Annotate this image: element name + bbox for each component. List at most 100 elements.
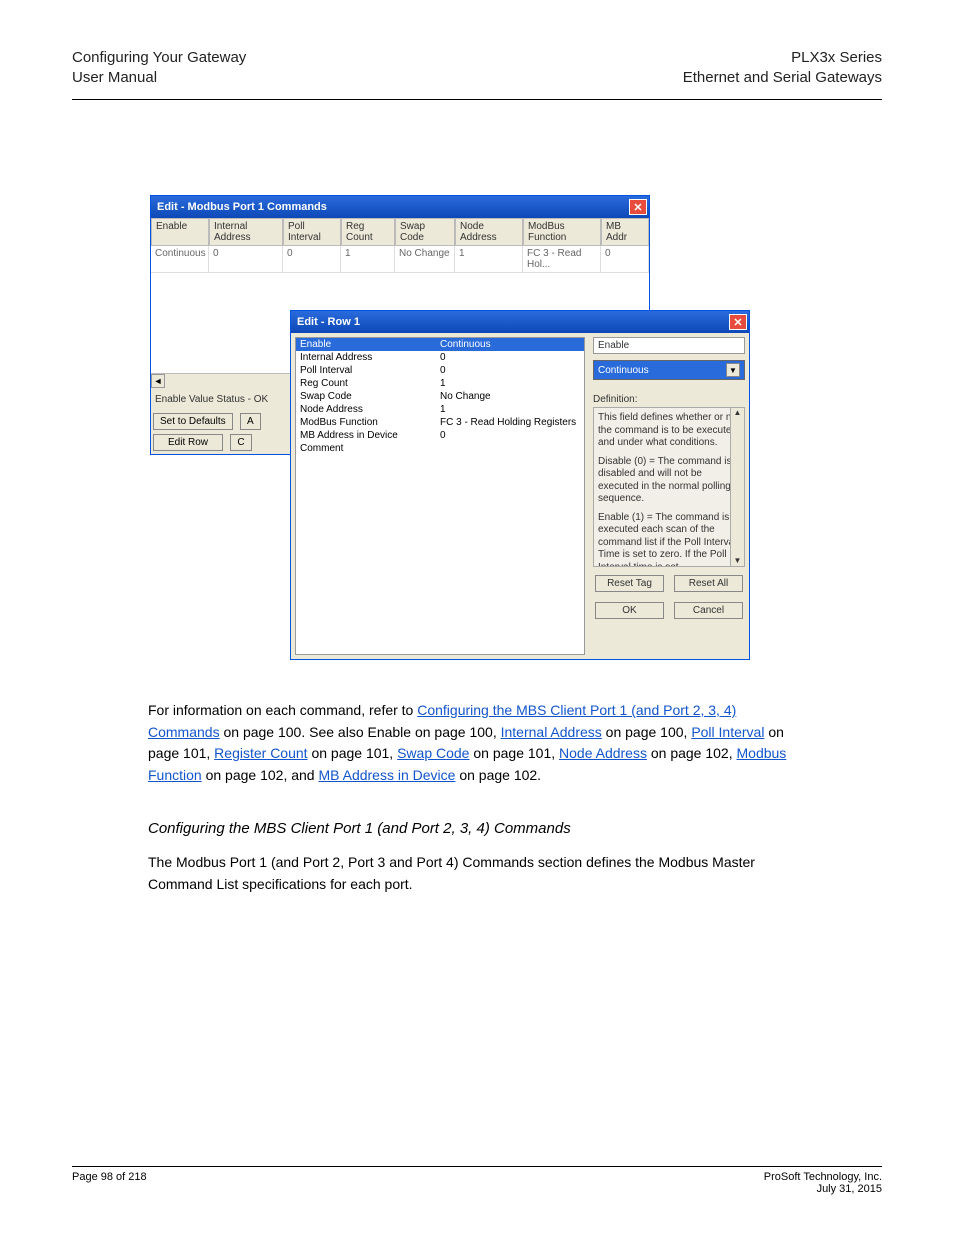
link-node-address[interactable]: Node Address bbox=[559, 745, 647, 761]
scroll-left-icon[interactable]: ◄ bbox=[151, 374, 165, 388]
cancel-button[interactable]: Cancel bbox=[674, 602, 743, 619]
cell-mb-addr[interactable]: 0 bbox=[601, 246, 649, 273]
definition-box: This field defines whether or not the co… bbox=[593, 407, 745, 567]
scroll-down-icon[interactable]: ▼ bbox=[734, 556, 742, 566]
param-key: Node Address bbox=[296, 403, 436, 416]
param-key: Swap Code bbox=[296, 390, 436, 403]
param-key: Internal Address bbox=[296, 351, 436, 364]
dialog-buttons-row2: OK Cancel bbox=[593, 600, 745, 621]
ok-button[interactable]: OK bbox=[595, 602, 664, 619]
header-left-line2: User Manual bbox=[72, 68, 246, 88]
link-internal-address[interactable]: Internal Address bbox=[501, 724, 602, 740]
cell-reg-count[interactable]: 1 bbox=[341, 246, 395, 273]
param-row[interactable]: Reg Count1 bbox=[296, 377, 584, 390]
text: on page 100, bbox=[606, 724, 692, 740]
param-row[interactable]: Node Address1 bbox=[296, 403, 584, 416]
param-val: 1 bbox=[436, 377, 584, 390]
header-right: PLX3x Series Ethernet and Serial Gateway… bbox=[683, 48, 882, 87]
document-body: For information on each command, refer t… bbox=[148, 700, 798, 895]
scroll-up-icon[interactable]: ▲ bbox=[734, 408, 742, 418]
col-enable[interactable]: Enable bbox=[151, 218, 209, 246]
header-left-line1: Configuring Your Gateway bbox=[72, 48, 246, 68]
cell-swap-code[interactable]: No Change bbox=[395, 246, 455, 273]
text: on page 102. bbox=[459, 767, 541, 783]
cell-modbus-function[interactable]: FC 3 - Read Hol... bbox=[523, 246, 601, 273]
grid-header: Enable Internal Address Poll Interval Re… bbox=[151, 218, 649, 246]
param-key: Reg Count bbox=[296, 377, 436, 390]
col-internal-address[interactable]: Internal Address bbox=[209, 218, 283, 246]
param-key: MB Address in Device bbox=[296, 429, 436, 442]
dialog-buttons-row1: Reset Tag Reset All bbox=[593, 573, 745, 594]
param-row[interactable]: ModBus FunctionFC 3 - Read Holding Regis… bbox=[296, 416, 584, 429]
reset-tag-button[interactable]: Reset Tag bbox=[595, 575, 664, 592]
param-val: Continuous bbox=[436, 338, 584, 351]
param-val: 0 bbox=[436, 351, 584, 364]
col-modbus-function[interactable]: ModBus Function bbox=[523, 218, 601, 246]
cell-poll-interval[interactable]: 0 bbox=[283, 246, 341, 273]
text: on page 102, and bbox=[206, 767, 319, 783]
a-button[interactable]: A bbox=[240, 413, 261, 430]
param-key: ModBus Function bbox=[296, 416, 436, 429]
link-swap-code[interactable]: Swap Code bbox=[397, 745, 469, 761]
cell-enable[interactable]: Continuous bbox=[151, 246, 209, 273]
param-row-enable[interactable]: Enable Continuous bbox=[296, 338, 584, 351]
reference-paragraph: For information on each command, refer t… bbox=[148, 700, 798, 787]
text: For information on each command, refer t… bbox=[148, 702, 417, 718]
param-key: Enable bbox=[296, 338, 436, 351]
definition-para: This field defines whether or not the co… bbox=[598, 412, 740, 450]
param-val bbox=[436, 442, 584, 455]
value-dropdown[interactable]: Continuous ▼ bbox=[593, 360, 745, 380]
param-row[interactable]: Poll Interval0 bbox=[296, 364, 584, 377]
col-reg-count[interactable]: Reg Count bbox=[341, 218, 395, 246]
header-rule bbox=[72, 99, 882, 100]
param-row[interactable]: Comment bbox=[296, 442, 584, 455]
link-register-count[interactable]: Register Count bbox=[214, 745, 307, 761]
page-footer: Page 98 of 218 ProSoft Technology, Inc. … bbox=[72, 1166, 882, 1195]
param-row[interactable]: MB Address in Device0 bbox=[296, 429, 584, 442]
dropdown-value: Continuous bbox=[598, 365, 649, 376]
c-button[interactable]: C bbox=[230, 434, 251, 451]
param-val: 0 bbox=[436, 364, 584, 377]
param-list[interactable]: Enable Continuous Internal Address0 Poll… bbox=[295, 337, 585, 655]
chevron-down-icon[interactable]: ▼ bbox=[726, 363, 740, 377]
text: on page 100. See also Enable on page 100… bbox=[223, 724, 500, 740]
dialog-titlebar[interactable]: Edit - Row 1 ✕ bbox=[291, 311, 749, 333]
footer-company: ProSoft Technology, Inc. bbox=[764, 1171, 882, 1183]
param-key: Comment bbox=[296, 442, 436, 455]
footer-date: July 31, 2015 bbox=[817, 1183, 882, 1195]
set-defaults-button[interactable]: Set to Defaults bbox=[153, 413, 233, 430]
col-mb-addr[interactable]: MB Addr bbox=[601, 218, 649, 246]
link-mb-address[interactable]: MB Address in Device bbox=[318, 767, 455, 783]
section-paragraph: The Modbus Port 1 (and Port 2, Port 3 an… bbox=[148, 852, 798, 895]
col-swap-code[interactable]: Swap Code bbox=[395, 218, 455, 246]
edit-row-button[interactable]: Edit Row bbox=[153, 434, 223, 451]
definition-para: Disable (0) = The command is disabled an… bbox=[598, 456, 740, 506]
param-row[interactable]: Internal Address0 bbox=[296, 351, 584, 364]
section-heading: Configuring the MBS Client Port 1 (and P… bbox=[148, 817, 798, 840]
param-val: 0 bbox=[436, 429, 584, 442]
close-icon[interactable]: ✕ bbox=[629, 199, 647, 215]
text: on page 101, bbox=[311, 745, 397, 761]
dialog-title: Edit - Row 1 bbox=[297, 316, 360, 328]
main-title: Edit - Modbus Port 1 Commands bbox=[157, 201, 327, 213]
header-right-line1: PLX3x Series bbox=[683, 48, 882, 68]
param-key: Poll Interval bbox=[296, 364, 436, 377]
field-name-label: Enable bbox=[593, 337, 745, 354]
col-node-address[interactable]: Node Address bbox=[455, 218, 523, 246]
param-row[interactable]: Swap CodeNo Change bbox=[296, 390, 584, 403]
footer-page: Page 98 of 218 bbox=[72, 1171, 147, 1183]
cell-internal-address[interactable]: 0 bbox=[209, 246, 283, 273]
param-val: FC 3 - Read Holding Registers bbox=[436, 416, 584, 429]
col-poll-interval[interactable]: Poll Interval bbox=[283, 218, 341, 246]
close-icon[interactable]: ✕ bbox=[729, 314, 747, 330]
param-val: No Change bbox=[436, 390, 584, 403]
grid-row-1[interactable]: Continuous 0 0 1 No Change 1 FC 3 - Read… bbox=[151, 246, 649, 273]
cell-node-address[interactable]: 1 bbox=[455, 246, 523, 273]
text: on page 102, bbox=[651, 745, 737, 761]
header-left: Configuring Your Gateway User Manual bbox=[72, 48, 246, 87]
main-titlebar[interactable]: Edit - Modbus Port 1 Commands ✕ bbox=[151, 196, 649, 218]
link-poll-interval[interactable]: Poll Interval bbox=[691, 724, 764, 740]
page-header: Configuring Your Gateway User Manual PLX… bbox=[0, 0, 954, 95]
definition-scrollbar[interactable]: ▲ ▼ bbox=[730, 408, 744, 566]
reset-all-button[interactable]: Reset All bbox=[674, 575, 743, 592]
